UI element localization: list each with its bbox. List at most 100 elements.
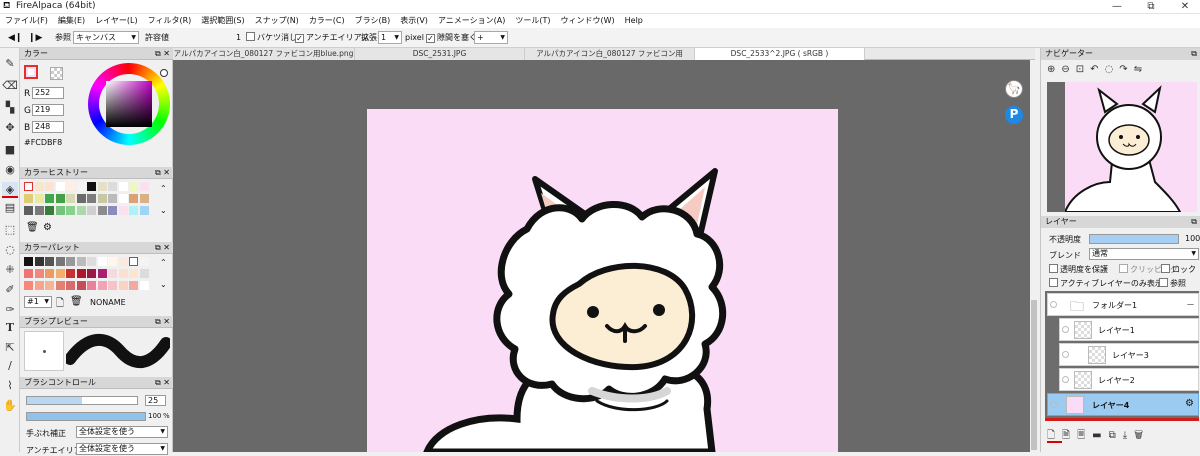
color-swatch[interactable]: [129, 182, 138, 191]
visibility-icon[interactable]: [1050, 301, 1057, 308]
pixiv-icon[interactable]: P: [1005, 106, 1023, 124]
chevron-up-icon[interactable]: ⌃: [160, 258, 167, 267]
menu-help[interactable]: Help: [620, 14, 648, 28]
color-swatch[interactable]: [55, 257, 65, 266]
color-swatch[interactable]: [87, 182, 96, 191]
color-swatch[interactable]: [129, 206, 138, 215]
color-swatch[interactable]: [45, 182, 54, 191]
panel-controls-icon[interactable]: ⧉ ✕: [155, 167, 170, 179]
stabilizer-select[interactable]: 全体設定を使う ▼: [76, 426, 168, 438]
color-swatch[interactable]: [76, 257, 86, 266]
color-swatch[interactable]: [66, 269, 75, 278]
color-swatch[interactable]: [76, 182, 86, 191]
color-swatch[interactable]: [45, 269, 54, 278]
menu-select[interactable]: 選択範囲(S): [196, 14, 249, 28]
visibility-icon[interactable]: [1062, 351, 1069, 358]
new-palette-icon[interactable]: 🗋: [56, 296, 64, 313]
brush-tool-icon[interactable]: ✎: [2, 56, 18, 72]
color-swatch[interactable]: [129, 257, 138, 266]
dot-tool-icon[interactable]: ▚: [2, 100, 18, 116]
color-swatch[interactable]: [108, 269, 117, 278]
panel-controls-icon[interactable]: ⧉ ✕: [155, 377, 170, 389]
close-button[interactable]: ✕: [1170, 0, 1200, 14]
color-swatch[interactable]: [97, 206, 107, 215]
duplicate-layer-icon[interactable]: ⧉: [1109, 430, 1123, 441]
select-pen-tool-icon[interactable]: ✐: [2, 282, 18, 298]
chevron-down-icon[interactable]: ⌄: [160, 280, 167, 289]
protect-alpha-toggle[interactable]: 透明度を保護: [1049, 264, 1108, 275]
panel-controls-icon[interactable]: ⧉ ✕: [155, 48, 170, 60]
color-swatch[interactable]: [34, 269, 44, 278]
color-swatch[interactable]: [34, 257, 44, 266]
b-input[interactable]: 248: [32, 121, 64, 133]
tab-alpaca-icon-2[interactable]: アルパカアイコン白_080127 ファビコン用blue.png: [525, 48, 695, 70]
color-swatch[interactable]: [24, 269, 33, 278]
layer-row-active[interactable]: レイヤー4 ⚙: [1047, 393, 1199, 416]
brush-size-slider[interactable]: [26, 396, 138, 405]
menu-tools[interactable]: ツール(T): [510, 14, 555, 28]
vertical-scrollbar[interactable]: [1030, 60, 1038, 452]
panel-controls-icon[interactable]: ⧉ ✕: [155, 316, 170, 328]
menu-color[interactable]: カラー(C): [304, 14, 350, 28]
new-1bit-layer-icon[interactable]: 🗏: [1077, 430, 1092, 441]
expand-select[interactable]: 1 ▼: [378, 31, 402, 44]
move-tool-icon[interactable]: ✥: [2, 120, 18, 136]
select-rect-tool-icon[interactable]: ⬚: [2, 222, 18, 238]
color-swatch[interactable]: [76, 194, 86, 203]
color-swatch[interactable]: [139, 281, 149, 290]
trash-icon[interactable]: 🗑: [1134, 430, 1150, 441]
zoom-in-icon[interactable]: ⊕: [1047, 64, 1061, 75]
color-swatch[interactable]: [24, 257, 33, 266]
color-swatch[interactable]: [45, 257, 54, 266]
color-swatch[interactable]: [24, 281, 33, 290]
color-swatch[interactable]: [97, 194, 107, 203]
alpaca-avatar-icon[interactable]: 🦙: [1005, 80, 1023, 98]
lasso-tool-icon[interactable]: ◌: [2, 242, 18, 258]
merge-down-icon[interactable]: ⤓: [1123, 430, 1134, 441]
g-input[interactable]: 219: [32, 104, 64, 116]
r-input[interactable]: 252: [32, 87, 64, 99]
color-swatch[interactable]: [139, 182, 149, 191]
color-swatch[interactable]: [34, 206, 44, 215]
panel-float-icon[interactable]: ⧉: [1191, 48, 1197, 60]
menu-file[interactable]: ファイル(F): [0, 14, 53, 28]
fill-rect-tool-icon[interactable]: ■: [2, 142, 18, 158]
foreground-color-swatch[interactable]: [24, 65, 38, 79]
gap-close-select[interactable]: + ▼: [474, 31, 508, 44]
trash-icon[interactable]: 🗑: [26, 222, 39, 233]
visibility-icon[interactable]: [1050, 401, 1057, 408]
color-swatch[interactable]: [97, 257, 107, 266]
hue-ring[interactable]: [88, 63, 170, 145]
tab-dsc-2533[interactable]: DSC_2533^2.JPG ( sRGB ): [695, 48, 865, 60]
select-eraser-tool-icon[interactable]: ✑: [2, 302, 18, 318]
chevron-down-icon[interactable]: ⌄: [160, 206, 167, 215]
color-swatch[interactable]: [66, 206, 75, 215]
color-swatch[interactable]: [129, 281, 138, 290]
color-swatch[interactable]: [108, 182, 117, 191]
trash-icon[interactable]: 🗑: [70, 296, 83, 307]
gap-close-toggle[interactable]: ✓ 隙間を塞ぐ: [426, 31, 477, 45]
color-swatch[interactable]: [34, 194, 44, 203]
menu-snap[interactable]: スナップ(N): [250, 14, 304, 28]
tab-alpaca-icon-1[interactable]: アルパカアイコン白_080127 ファビコン用blue.png: [173, 48, 355, 60]
hand-tool-icon[interactable]: ✋: [2, 398, 18, 414]
reset-rotation-icon[interactable]: ◌: [1105, 64, 1120, 75]
color-swatch[interactable]: [87, 194, 96, 203]
visibility-icon[interactable]: [1062, 326, 1069, 333]
color-swatch[interactable]: [118, 206, 128, 215]
color-swatch[interactable]: [139, 206, 149, 215]
brush-size-input[interactable]: 25: [145, 395, 166, 406]
color-swatch[interactable]: [129, 194, 138, 203]
color-swatch[interactable]: [97, 182, 107, 191]
layer-row[interactable]: レイヤー2: [1059, 368, 1199, 391]
color-swatch[interactable]: [87, 257, 96, 266]
prev-frame-icon[interactable]: ◀❙: [8, 31, 22, 45]
color-swatch[interactable]: [66, 182, 75, 191]
color-swatch[interactable]: [118, 281, 128, 290]
color-swatch[interactable]: [76, 206, 86, 215]
saturation-square[interactable]: [106, 81, 152, 127]
color-swatch[interactable]: [139, 194, 149, 203]
color-swatch[interactable]: [24, 182, 33, 191]
navigator-preview[interactable]: [1047, 82, 1197, 212]
color-swatch[interactable]: [45, 206, 54, 215]
